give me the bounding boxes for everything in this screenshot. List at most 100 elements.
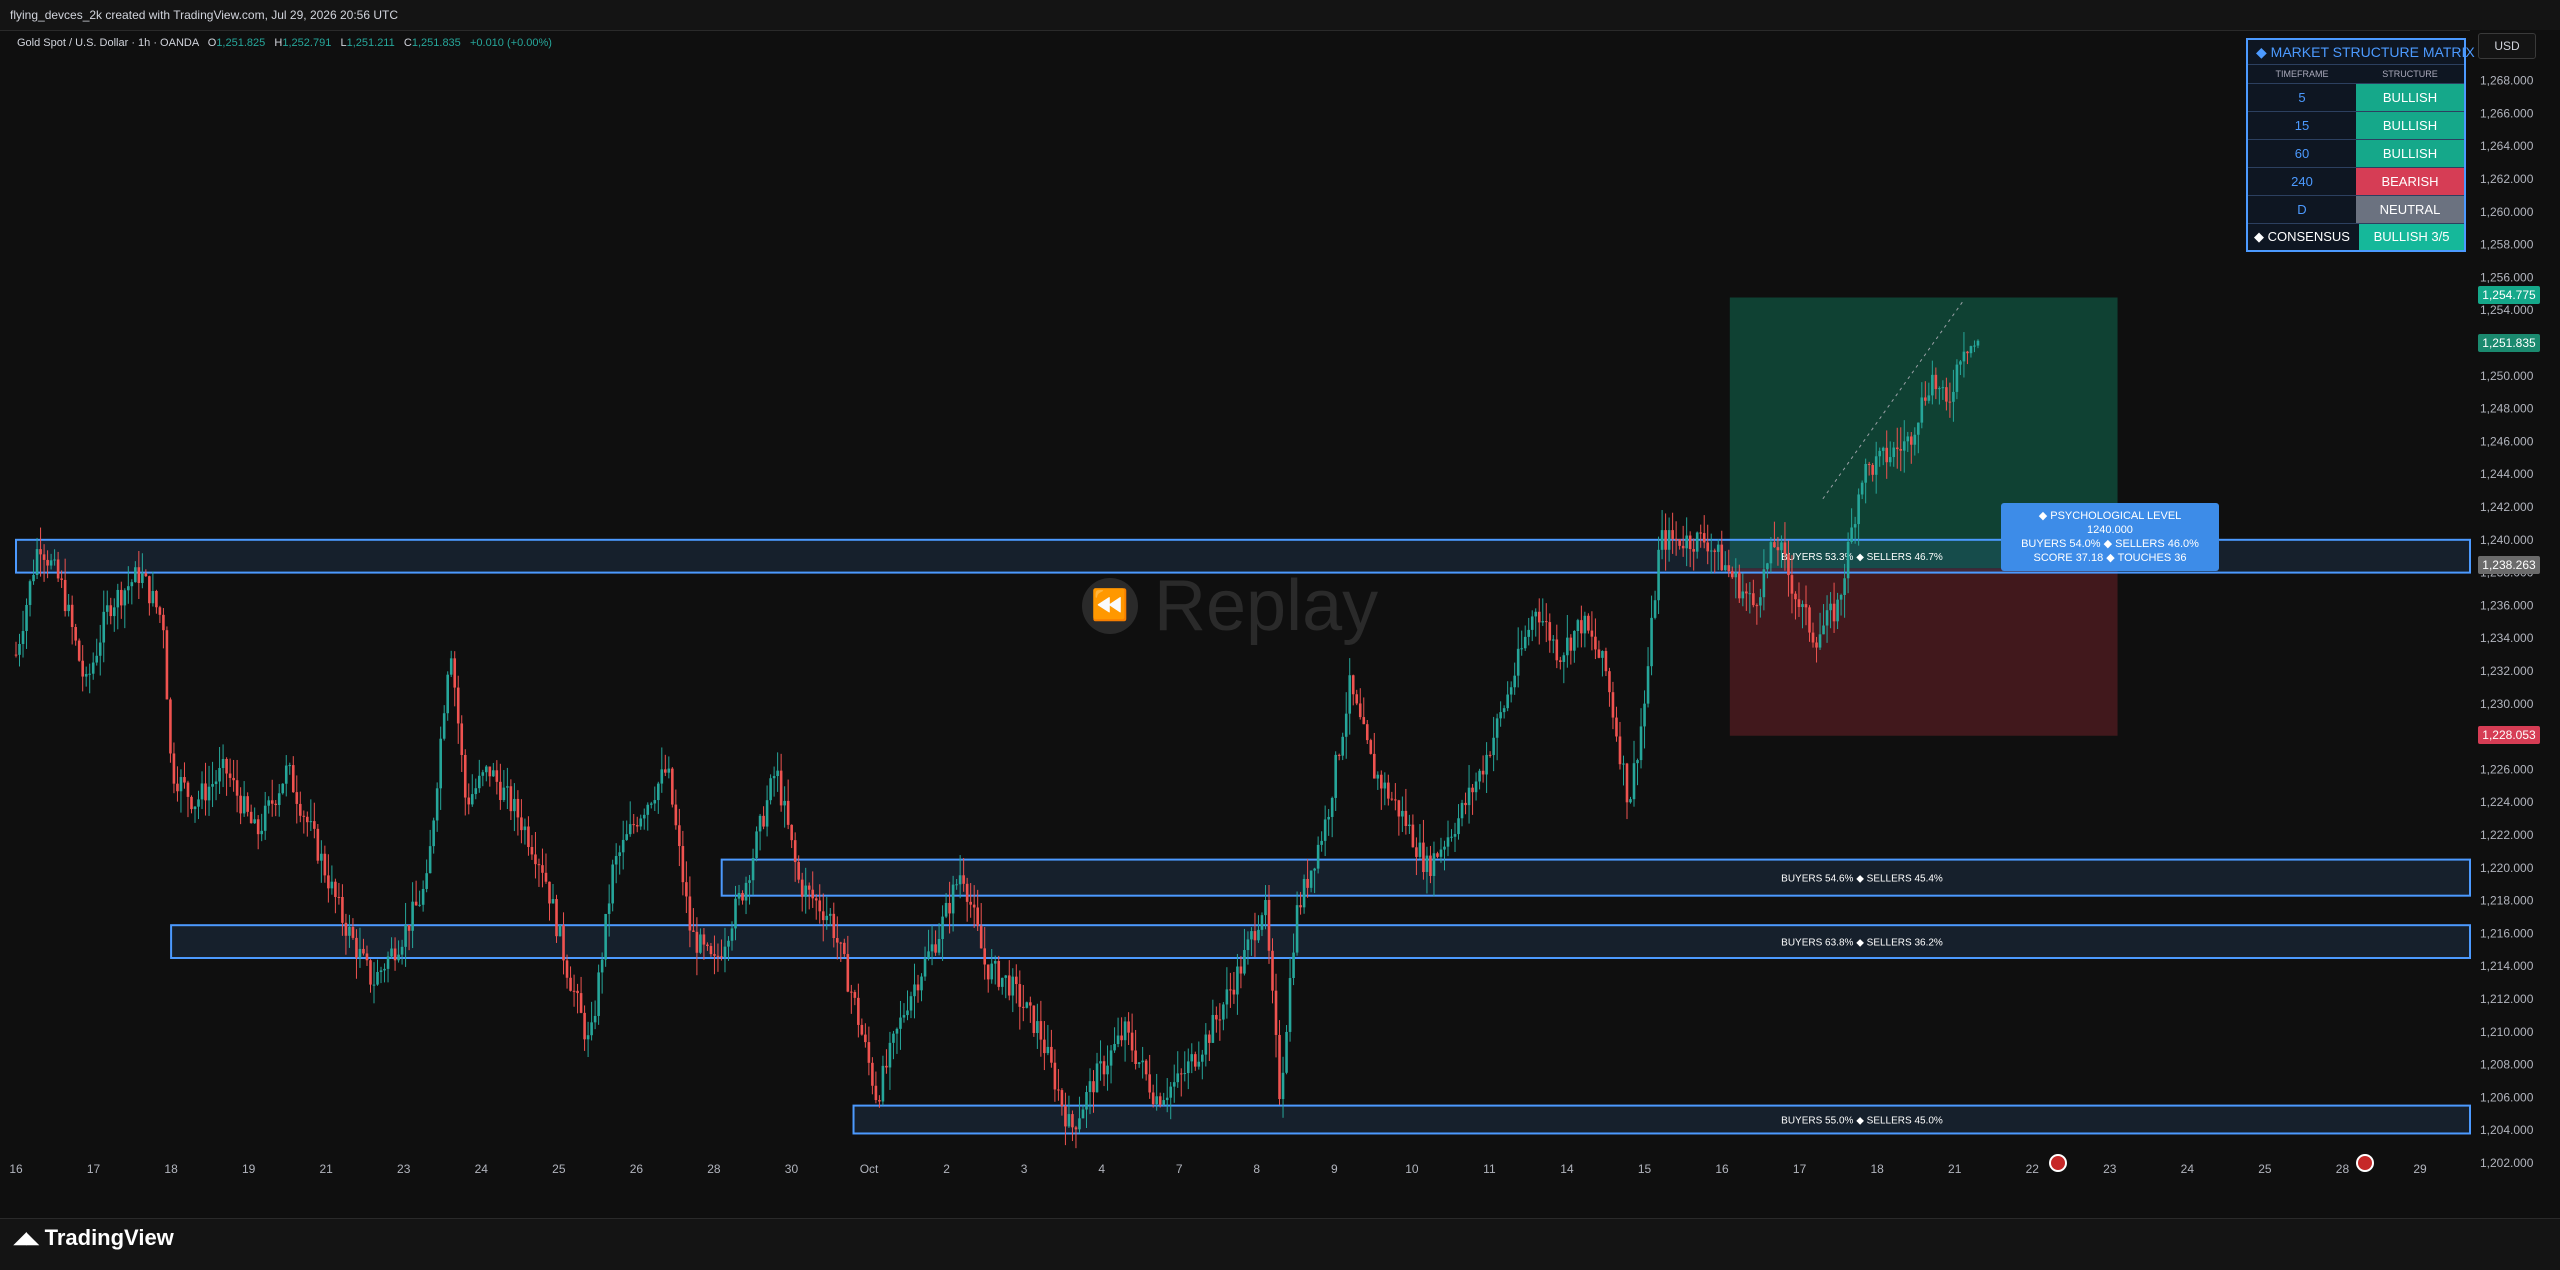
candle-body [1594, 636, 1597, 650]
zone-label: BUYERS 63.8% ◆ SELLERS 36.2% [1781, 938, 1943, 949]
candle-body [744, 882, 748, 901]
candle-body [993, 961, 997, 964]
candle-body [769, 778, 772, 801]
candle-body [1738, 572, 1741, 599]
candle-body [678, 825, 681, 847]
candle-body [53, 559, 56, 561]
candle-body [1745, 591, 1748, 594]
candle-body [1509, 687, 1513, 695]
candle-body [1380, 774, 1383, 789]
y-tick-label: 1,208.000 [2480, 1058, 2534, 1072]
candle-body [1085, 1092, 1088, 1110]
candle-body [972, 904, 976, 908]
candle-body [1822, 625, 1825, 635]
candle-body [235, 780, 239, 796]
candle-body [614, 855, 618, 865]
candle-body [955, 884, 958, 886]
consensus-value: BULLISH 3/5 [2359, 224, 2464, 250]
candle-body [706, 944, 709, 947]
y-tick-label: 1,246.000 [2480, 434, 2534, 448]
candle-body [1106, 1065, 1109, 1075]
candle-body [91, 662, 95, 674]
candle-body [1969, 346, 1973, 354]
candle-body [569, 977, 572, 991]
candle-body [628, 824, 632, 835]
candle-body [523, 826, 527, 831]
candle-body [1530, 616, 1534, 630]
currency-button[interactable]: USD [2478, 33, 2536, 59]
candle-body [1945, 387, 1948, 402]
candle-body [1681, 545, 1685, 549]
candle-body [1232, 989, 1236, 995]
candle-body [506, 786, 509, 788]
candle-body [485, 766, 488, 773]
candle-body [1218, 1019, 1222, 1021]
candle-body [534, 854, 537, 865]
candle-body [193, 806, 197, 810]
candle-body [864, 1034, 867, 1043]
candle-body [1727, 565, 1731, 572]
candle-body [463, 755, 467, 798]
candle-body [1208, 1034, 1211, 1043]
candle-body [1007, 975, 1011, 996]
candle-body [63, 579, 67, 612]
candle-body [1716, 544, 1720, 552]
candle-body [765, 800, 769, 827]
tradingview-logo: ◢◣ TradingView [14, 1225, 174, 1251]
candle-body [790, 824, 793, 841]
candle-body [442, 713, 446, 739]
y-tick-label: 1,256.000 [2480, 270, 2534, 284]
candle-body [179, 777, 183, 792]
candle-body [734, 898, 737, 929]
candle-body [730, 928, 734, 941]
candle-body [720, 956, 723, 958]
candle-body [1825, 610, 1829, 626]
candle-body [418, 904, 421, 906]
liquidity-zone [720, 858, 2471, 897]
candle-body [1888, 457, 1892, 463]
candle-body [105, 605, 109, 612]
candle-body [737, 892, 741, 899]
candle-body [741, 892, 744, 901]
x-tick-label: 17 [87, 1162, 101, 1176]
candle-body [934, 944, 937, 953]
footer-bar [0, 1218, 2560, 1270]
candle-body [758, 815, 762, 832]
candle-body [1853, 524, 1857, 528]
candle-body [1927, 395, 1931, 401]
candle-body [112, 607, 116, 617]
candle-body [846, 954, 850, 992]
y-tick-label: 1,262.000 [2480, 172, 2534, 186]
candle-body [1934, 374, 1938, 390]
candle-body [102, 611, 106, 643]
candle-body [611, 864, 614, 904]
candle-body [1011, 976, 1015, 996]
candle-body [1867, 463, 1871, 465]
candle-body [1485, 754, 1488, 775]
candle-body [1660, 530, 1664, 550]
x-tick-label: 8 [1253, 1162, 1260, 1176]
candle-body [1941, 387, 1945, 389]
candle-body [1766, 563, 1769, 570]
candle-body [1281, 1072, 1285, 1100]
candle-body [341, 896, 344, 923]
candle-body [1685, 535, 1688, 549]
candle-body [1815, 642, 1818, 648]
candle-body [776, 770, 779, 777]
entry-price-label: 1,238.263 [2478, 556, 2540, 574]
us-flag-icon[interactable] [2049, 1154, 2067, 1172]
x-tick-label: 17 [1793, 1162, 1807, 1176]
candle-body [165, 630, 169, 700]
candle-body [653, 800, 657, 804]
candle-body [1678, 539, 1681, 546]
candle-body [811, 889, 815, 899]
close-value: 1,251.835 [411, 37, 461, 49]
candle-body [172, 753, 176, 784]
us-flag-icon-2[interactable] [2356, 1154, 2374, 1172]
candle-body [270, 800, 274, 804]
candle-body [667, 768, 671, 773]
candle-body [1078, 1118, 1081, 1130]
candle-body [1130, 1032, 1134, 1051]
candle-body [1201, 1054, 1204, 1062]
candle-body [1688, 535, 1692, 550]
